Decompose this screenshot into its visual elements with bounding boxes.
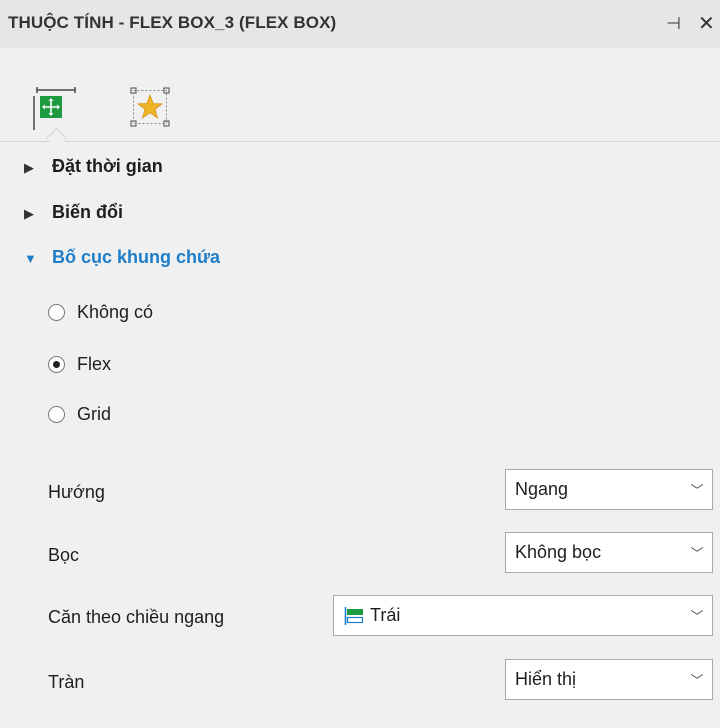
wrap-select[interactable]: Không bọc ﹀ — [505, 532, 713, 573]
chevron-down-icon: ﹀ — [690, 546, 704, 561]
radio-option-flex[interactable]: Flex — [48, 354, 111, 375]
align-horizontal-select[interactable]: Trái ﹀ — [333, 595, 713, 636]
section-container-layout-label: Bố cục khung chứa — [52, 247, 221, 267]
tab-effects[interactable] — [125, 84, 175, 134]
overflow-value: Hiển thị — [515, 669, 577, 689]
tab-layout[interactable] — [31, 83, 81, 142]
expand-arrow-icon: ▶ — [24, 206, 34, 221]
align-horizontal-value: Trái — [370, 605, 401, 625]
section-transform[interactable]: ▶ Biến đổi — [24, 202, 123, 223]
layout-move-icon — [33, 87, 76, 130]
chevron-down-icon: ﹀ — [690, 673, 704, 688]
radio-option-none[interactable]: Không có — [48, 302, 153, 323]
tabs-divider — [0, 141, 720, 142]
panel-title: THUỘC TÍNH - FLEX BOX_3 (FLEX BOX) — [8, 13, 337, 32]
direction-select[interactable]: Ngang ﹀ — [505, 469, 713, 510]
wrap-label: Bọc — [48, 545, 80, 565]
panel-title-bar: THUỘC TÍNH - FLEX BOX_3 (FLEX BOX) ⊣ ✕ — [0, 0, 720, 48]
direction-value: Ngang — [515, 479, 569, 499]
align-horizontal-label: Căn theo chiều ngang — [48, 607, 225, 627]
radio-button-checked[interactable] — [48, 356, 65, 373]
direction-label: Hướng — [48, 482, 105, 502]
radio-label-grid: Grid — [77, 404, 112, 424]
align-left-icon — [344, 606, 366, 626]
radio-button[interactable] — [48, 406, 65, 423]
star-effect-icon — [130, 87, 170, 127]
radio-label-flex: Flex — [77, 354, 112, 374]
section-container-layout[interactable]: ▼ Bố cục khung chứa — [24, 247, 220, 268]
collapse-arrow-icon: ▼ — [24, 251, 37, 266]
radio-option-grid[interactable]: Grid — [48, 404, 111, 425]
radio-label-none: Không có — [77, 302, 154, 322]
chevron-down-icon: ﹀ — [690, 609, 704, 624]
radio-button[interactable] — [48, 304, 65, 321]
wrap-value: Không bọc — [515, 542, 602, 562]
section-timing-label: Đặt thời gian — [52, 156, 163, 176]
close-icon[interactable]: ✕ — [698, 11, 715, 36]
overflow-select[interactable]: Hiển thị ﹀ — [505, 659, 713, 700]
section-timing[interactable]: ▶ Đặt thời gian — [24, 156, 163, 177]
section-transform-label: Biến đổi — [52, 202, 123, 222]
overflow-label: Tràn — [48, 672, 85, 692]
property-tabs — [0, 48, 720, 142]
chevron-down-icon: ﹀ — [690, 483, 704, 498]
pin-icon[interactable]: ⊣ — [666, 14, 681, 34]
expand-arrow-icon: ▶ — [24, 160, 34, 175]
